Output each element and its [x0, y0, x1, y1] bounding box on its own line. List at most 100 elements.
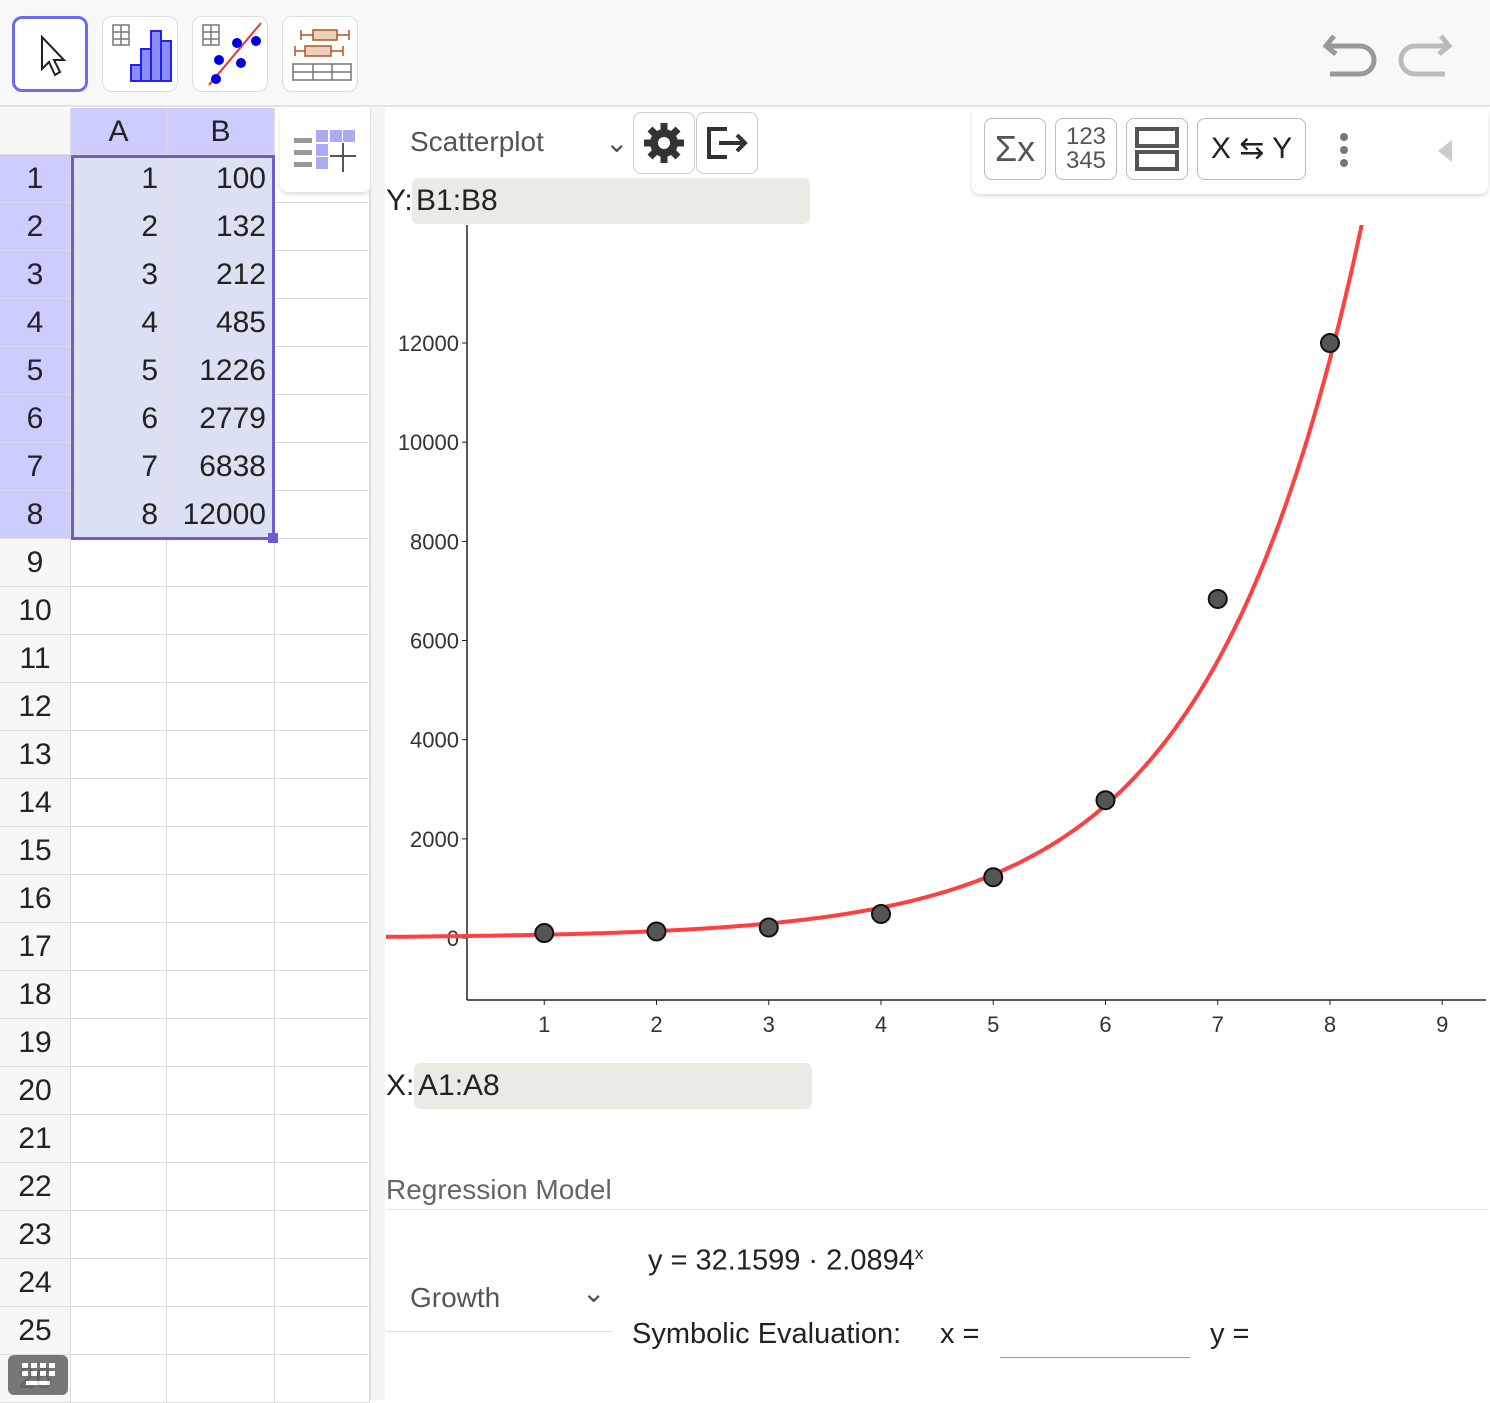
cell-a21[interactable]	[71, 1115, 167, 1163]
row-header[interactable]: 10	[0, 587, 71, 635]
cell-a15[interactable]	[71, 827, 167, 875]
cell-b24[interactable]	[167, 1259, 275, 1307]
cell-b12[interactable]	[167, 683, 275, 731]
cell-b26[interactable]	[167, 1355, 275, 1403]
cell-a11[interactable]	[71, 635, 167, 683]
cell-b4[interactable]: 485	[167, 299, 275, 347]
undo-icon[interactable]	[1320, 28, 1380, 84]
cell-c14[interactable]	[275, 779, 370, 827]
move-tool-button[interactable]	[12, 16, 88, 92]
cell-b7[interactable]: 6838	[167, 443, 275, 491]
fill-handle[interactable]	[268, 533, 278, 543]
cell-c12[interactable]	[275, 683, 370, 731]
settings-button[interactable]	[633, 112, 695, 174]
cell-a8[interactable]: 8	[71, 491, 167, 539]
cell-a13[interactable]	[71, 731, 167, 779]
more-options-icon[interactable]	[1338, 132, 1350, 177]
cell-a10[interactable]	[71, 587, 167, 635]
cell-b9[interactable]	[167, 539, 275, 587]
cell-c9[interactable]	[275, 539, 370, 587]
cell-a9[interactable]	[71, 539, 167, 587]
cell-c25[interactable]	[275, 1307, 370, 1355]
cell-b21[interactable]	[167, 1115, 275, 1163]
row-header[interactable]: 15	[0, 827, 71, 875]
row-header[interactable]: 1	[0, 155, 71, 203]
cell-c18[interactable]	[275, 971, 370, 1019]
panel-divider[interactable]	[370, 108, 385, 1400]
row-header[interactable]: 11	[0, 635, 71, 683]
multi-variable-analysis-button[interactable]	[282, 16, 358, 92]
plot-type-dropdown[interactable]: Scatterplot ⌄	[410, 126, 628, 158]
cell-a18[interactable]	[71, 971, 167, 1019]
cell-c4[interactable]	[275, 299, 370, 347]
x-value-input[interactable]	[1000, 1316, 1190, 1358]
cell-c21[interactable]	[275, 1115, 370, 1163]
row-header[interactable]: 3	[0, 251, 71, 299]
layout-button[interactable]	[1126, 118, 1188, 180]
cell-a3[interactable]: 3	[71, 251, 167, 299]
row-header[interactable]: 12	[0, 683, 71, 731]
cell-c2[interactable]	[275, 203, 370, 251]
cell-a4[interactable]: 4	[71, 299, 167, 347]
cell-b18[interactable]	[167, 971, 275, 1019]
cell-b16[interactable]	[167, 875, 275, 923]
row-header[interactable]: 21	[0, 1115, 71, 1163]
row-header[interactable]: 7	[0, 443, 71, 491]
cell-c20[interactable]	[275, 1067, 370, 1115]
cell-b3[interactable]: 212	[167, 251, 275, 299]
cell-a16[interactable]	[71, 875, 167, 923]
y-range-field[interactable]: B1:B8	[412, 178, 810, 224]
cell-a19[interactable]	[71, 1019, 167, 1067]
cell-c5[interactable]	[275, 347, 370, 395]
regression-model-dropdown[interactable]: Growth ⌄	[410, 1277, 605, 1314]
cell-c16[interactable]	[275, 875, 370, 923]
row-header[interactable]: 24	[0, 1259, 71, 1307]
cell-a1[interactable]: 1	[71, 155, 167, 203]
row-header[interactable]: 13	[0, 731, 71, 779]
one-variable-analysis-button[interactable]	[102, 16, 178, 92]
cell-c23[interactable]	[275, 1211, 370, 1259]
cell-a22[interactable]	[71, 1163, 167, 1211]
corner-cell[interactable]	[0, 108, 71, 155]
export-button[interactable]	[696, 112, 758, 174]
cell-a23[interactable]	[71, 1211, 167, 1259]
cell-b15[interactable]	[167, 827, 275, 875]
cell-a5[interactable]: 5	[71, 347, 167, 395]
cell-b19[interactable]	[167, 1019, 275, 1067]
cell-c22[interactable]	[275, 1163, 370, 1211]
cell-c10[interactable]	[275, 587, 370, 635]
cell-a17[interactable]	[71, 923, 167, 971]
row-header[interactable]: 4	[0, 299, 71, 347]
cell-c13[interactable]	[275, 731, 370, 779]
cell-b20[interactable]	[167, 1067, 275, 1115]
cell-c19[interactable]	[275, 1019, 370, 1067]
cell-b25[interactable]	[167, 1307, 275, 1355]
row-header[interactable]: 17	[0, 923, 71, 971]
column-header-b[interactable]: B	[167, 108, 275, 155]
row-header[interactable]: 20	[0, 1067, 71, 1115]
row-header[interactable]: 9	[0, 539, 71, 587]
two-variable-regression-button[interactable]	[192, 16, 268, 92]
collapse-panel-icon[interactable]	[1434, 138, 1454, 169]
cell-a24[interactable]	[71, 1259, 167, 1307]
column-header-a[interactable]: A	[71, 108, 167, 155]
cell-a25[interactable]	[71, 1307, 167, 1355]
row-header[interactable]: 16	[0, 875, 71, 923]
row-header[interactable]: 8	[0, 491, 71, 539]
row-header[interactable]: 18	[0, 971, 71, 1019]
row-header[interactable]: 14	[0, 779, 71, 827]
cell-c24[interactable]	[275, 1259, 370, 1307]
cell-c3[interactable]	[275, 251, 370, 299]
keyboard-icon[interactable]	[8, 1355, 68, 1395]
cell-b23[interactable]	[167, 1211, 275, 1259]
row-header[interactable]: 25	[0, 1307, 71, 1355]
cell-b22[interactable]	[167, 1163, 275, 1211]
cell-b14[interactable]	[167, 779, 275, 827]
cell-b11[interactable]	[167, 635, 275, 683]
row-header[interactable]: 6	[0, 395, 71, 443]
cell-a14[interactable]	[71, 779, 167, 827]
spreadsheet-options-button[interactable]	[280, 112, 372, 192]
row-header[interactable]: 2	[0, 203, 71, 251]
cell-c7[interactable]	[275, 443, 370, 491]
redo-icon[interactable]	[1395, 28, 1455, 84]
